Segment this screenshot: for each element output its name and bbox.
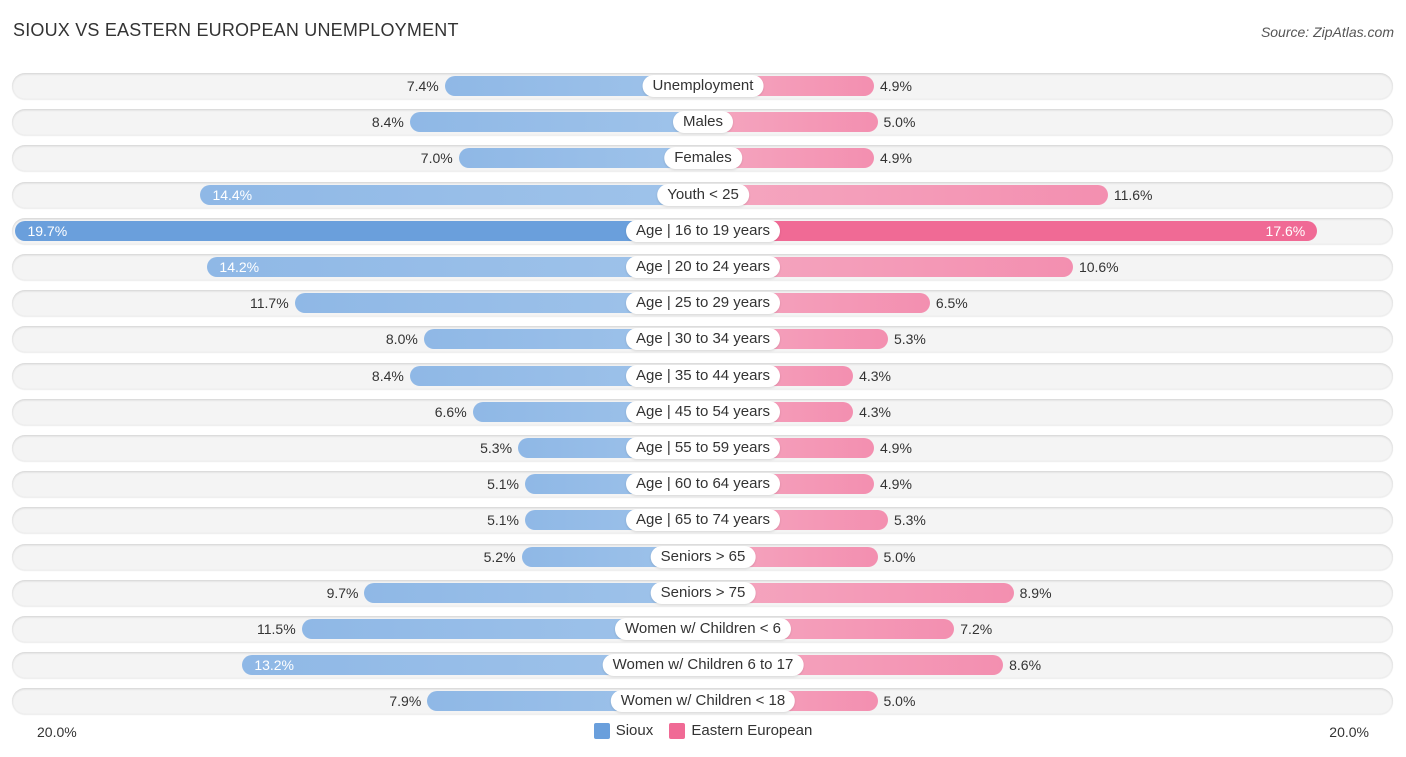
- legend-item-eastern-european[interactable]: Eastern European: [669, 722, 812, 739]
- bar-eastern-european[interactable]: [703, 185, 1108, 205]
- value-label-eastern-european: 5.0%: [883, 114, 916, 130]
- bar-sioux[interactable]: [200, 185, 703, 205]
- category-label: Unemployment: [642, 75, 764, 97]
- legend-swatch-eastern-european: [669, 722, 686, 739]
- category-label: Age | 60 to 64 years: [626, 473, 780, 495]
- value-label-eastern-european: 4.3%: [859, 404, 891, 420]
- value-label-sioux: 8.0%: [385, 331, 418, 347]
- value-label-sioux: 5.1%: [487, 476, 520, 492]
- value-label-eastern-european: 6.5%: [935, 295, 968, 311]
- category-label: Age | 30 to 34 years: [626, 328, 780, 350]
- category-label: Age | 20 to 24 years: [626, 256, 780, 278]
- value-label-eastern-european: 4.9%: [880, 150, 912, 166]
- legend-swatch-sioux: [593, 722, 610, 739]
- value-label-eastern-european: 4.9%: [880, 440, 912, 456]
- value-label-sioux: 7.0%: [420, 150, 453, 166]
- value-label-sioux: 7.9%: [389, 693, 422, 709]
- bar-sioux[interactable]: [15, 221, 703, 241]
- category-label: Age | 45 to 54 years: [626, 401, 780, 423]
- value-label-eastern-european: 4.3%: [859, 368, 891, 384]
- category-label: Seniors > 75: [650, 582, 756, 604]
- value-label-sioux: 5.3%: [480, 440, 513, 456]
- value-label-sioux: 14.4%: [212, 187, 253, 203]
- category-label: Age | 16 to 19 years: [626, 220, 780, 242]
- category-label: Age | 65 to 74 years: [626, 509, 780, 531]
- value-label-eastern-european: 5.3%: [893, 512, 926, 528]
- value-label-sioux: 11.7%: [250, 295, 289, 311]
- value-label-sioux: 11.5%: [256, 621, 296, 637]
- value-label-sioux: 8.4%: [371, 114, 404, 130]
- value-label-sioux: 7.4%: [406, 78, 439, 94]
- category-label: Women w/ Children < 6: [614, 618, 792, 640]
- value-label-sioux: 14.2%: [219, 259, 260, 275]
- category-label: Women w/ Children < 18: [610, 690, 796, 712]
- bar-eastern-european[interactable]: [703, 221, 1318, 241]
- value-label-eastern-european: 17.6%: [1265, 223, 1306, 239]
- bar-sioux[interactable]: [409, 112, 703, 132]
- value-label-eastern-european: 4.9%: [880, 78, 912, 94]
- category-label: Age | 55 to 59 years: [626, 437, 780, 459]
- value-label-sioux: 5.2%: [483, 549, 516, 565]
- value-label-eastern-european: 4.9%: [880, 476, 912, 492]
- value-label-sioux: 9.7%: [326, 585, 359, 601]
- value-label-eastern-european: 5.0%: [883, 693, 916, 709]
- category-label: Males: [672, 111, 734, 133]
- legend-item-sioux[interactable]: Sioux: [593, 722, 654, 739]
- category-label: Females: [664, 147, 742, 169]
- value-label-eastern-european: 5.0%: [883, 549, 916, 565]
- value-label-eastern-european: 8.6%: [1009, 657, 1042, 673]
- category-label: Age | 35 to 44 years: [626, 365, 780, 387]
- value-label-sioux: 5.1%: [487, 512, 520, 528]
- value-label-sioux: 6.6%: [434, 404, 467, 420]
- value-label-sioux: 13.2%: [254, 657, 295, 673]
- value-label-eastern-european: 11.6%: [1113, 187, 1153, 203]
- value-label-sioux: 19.7%: [27, 223, 68, 239]
- category-label: Age | 25 to 29 years: [626, 292, 780, 314]
- value-label-eastern-european: 7.2%: [960, 621, 993, 637]
- legend-label-sioux: Sioux: [615, 722, 654, 739]
- legend: Sioux Eastern European: [0, 722, 1406, 743]
- value-label-eastern-european: 10.6%: [1078, 259, 1119, 275]
- legend-label-eastern-european: Eastern European: [691, 722, 813, 739]
- value-label-eastern-european: 8.9%: [1019, 585, 1052, 601]
- value-label-eastern-european: 5.3%: [893, 331, 926, 347]
- chart-area: 7.4% 4.9% Unemployment 8.4% 5.0% Males 7.0% 4.9…: [0, 0, 1406, 757]
- category-label: Women w/ Children 6 to 17: [602, 654, 804, 676]
- category-label: Seniors > 65: [650, 546, 756, 568]
- category-label: Youth < 25: [657, 184, 749, 206]
- value-label-sioux: 8.4%: [371, 368, 404, 384]
